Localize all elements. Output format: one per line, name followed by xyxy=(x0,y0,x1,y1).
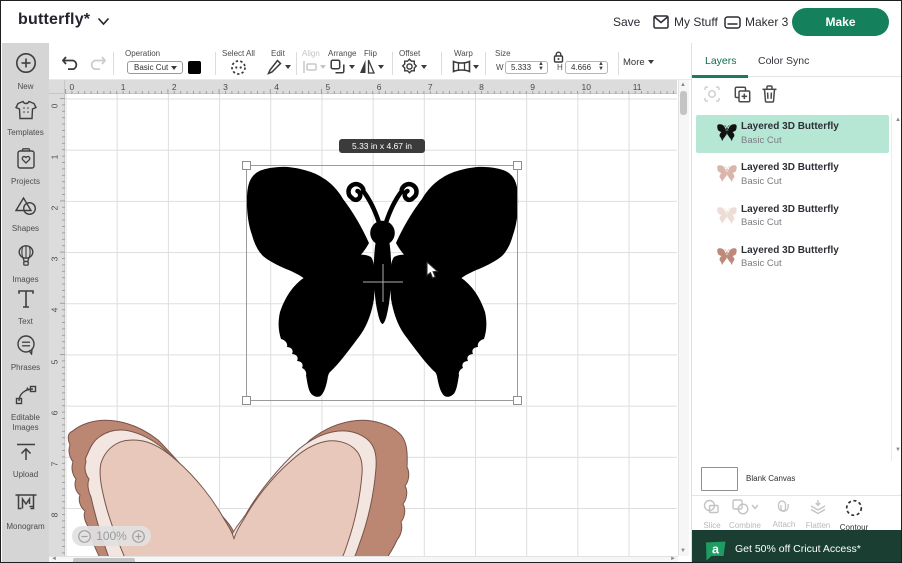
svg-text:a: a xyxy=(712,543,720,557)
